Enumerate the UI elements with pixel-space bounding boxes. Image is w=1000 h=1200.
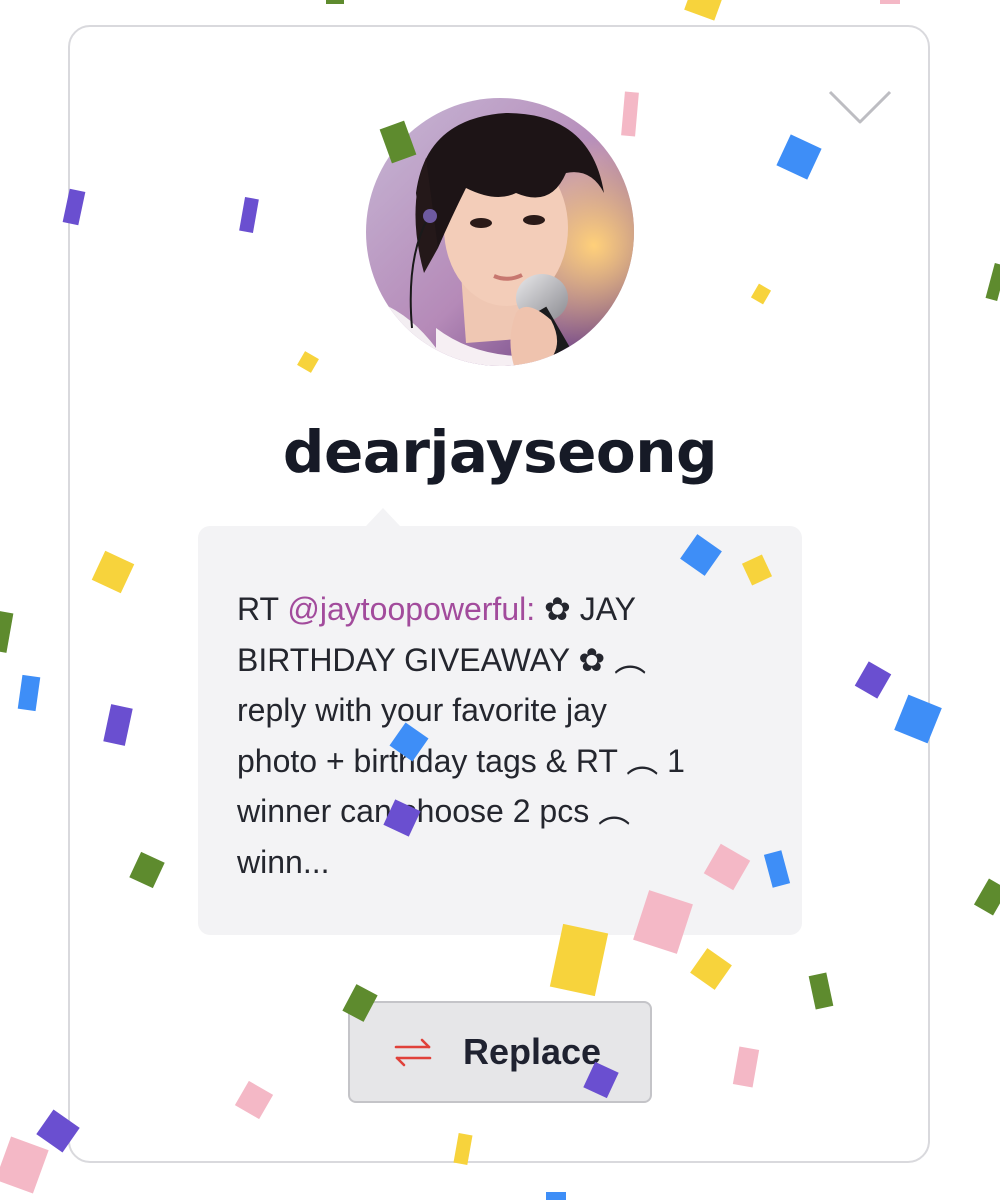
confetti-piece	[684, 0, 724, 21]
replace-button[interactable]: Replace	[348, 1001, 652, 1103]
confetti-piece	[973, 878, 1000, 916]
giveaway-stage: dearjayseong RT @jaytoopowerful: ✿ JAY B…	[0, 0, 1000, 1200]
tweet-mention[interactable]: @jaytoopowerful:	[287, 591, 535, 627]
confetti-piece	[326, 0, 344, 4]
confetti-piece	[880, 0, 900, 4]
bubble-tip	[366, 508, 400, 526]
chevron-down-icon	[828, 90, 892, 124]
swap-arrows-icon	[394, 1038, 432, 1067]
username: dearjayseong	[282, 418, 718, 486]
confetti-piece	[0, 1136, 49, 1194]
tweet-body: ✿ JAY BIRTHDAY GIVEAWAY ✿ ︵ reply with y…	[237, 591, 685, 880]
replace-label: Replace	[462, 1031, 602, 1072]
confetti-piece	[17, 674, 41, 712]
tweet-text: RT @jaytoopowerful: ✿ JAY BIRTHDAY GIVEA…	[237, 584, 766, 887]
tweet-prefix: RT	[237, 591, 288, 627]
collapse-button[interactable]	[828, 88, 892, 128]
confetti-piece	[546, 1192, 566, 1200]
avatar[interactable]	[366, 98, 634, 366]
confetti-piece	[985, 263, 1000, 301]
profile-photo	[366, 98, 634, 366]
tweet-bubble: RT @jaytoopowerful: ✿ JAY BIRTHDAY GIVEA…	[198, 526, 802, 935]
confetti-piece	[0, 611, 14, 653]
